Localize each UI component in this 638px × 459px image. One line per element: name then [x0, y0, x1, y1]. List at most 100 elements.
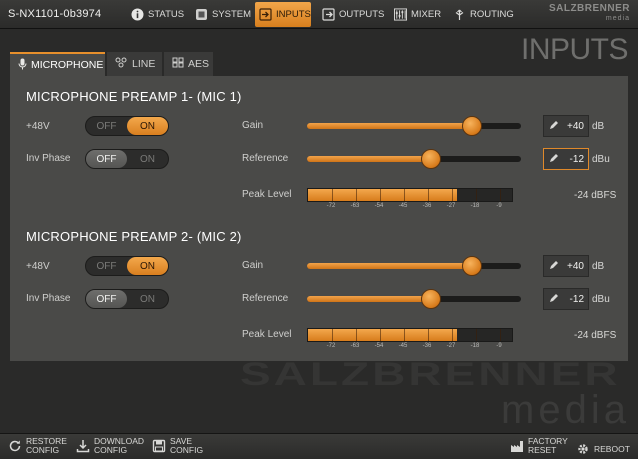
meter-tick-label: -9: [496, 343, 502, 349]
preamp-1-phantom-toggle[interactable]: OFF ON: [85, 116, 169, 136]
microphone-panel: MICROPHONE PREAMP 1- (MIC 1) +48V OFF ON…: [10, 76, 628, 361]
pencil-icon: [549, 293, 559, 306]
restore-config-button[interactable]: RESTORE CONFIG: [8, 437, 67, 455]
nav-tab-label: MIXER: [411, 9, 442, 20]
inv-phase-label: Inv Phase: [26, 153, 71, 164]
nav-tab-mixer[interactable]: MIXER: [390, 2, 445, 27]
pencil-icon: [549, 260, 559, 273]
meter-tick-label: -9: [496, 203, 502, 209]
line-icon: [115, 57, 128, 71]
meter-tick-label: -27: [446, 343, 456, 349]
download-icon: [76, 439, 90, 453]
toggle-on: ON: [127, 117, 168, 135]
meter-tick-label: -63: [350, 203, 360, 209]
preamp-1-gain-slider[interactable]: [307, 116, 521, 136]
toggle-on: ON: [140, 293, 155, 305]
meter-tick-label: -72: [326, 343, 336, 349]
nav-tab-inputs[interactable]: INPUTS: [255, 2, 311, 27]
reference-value-text: -12: [569, 153, 584, 165]
reference-value-text: -12: [569, 293, 584, 305]
peak-level-label: Peak Level: [242, 329, 292, 340]
preamp-2-peak-meter: -72 -63 -54 -45 -36 -27 -18 -9: [307, 328, 513, 352]
toggle-on: ON: [127, 257, 168, 275]
preamp-1-peak-meter: -72 -63 -54 -45 -36 -27 -18 -9: [307, 188, 513, 212]
preamp-2-reference-value[interactable]: -12: [543, 288, 589, 310]
phantom-label: +48V: [26, 121, 50, 132]
preamp-1-title: MICROPHONE PREAMP 1- (MIC 1): [26, 89, 242, 104]
meter-tick-label: -54: [374, 203, 384, 209]
preamp-1-reference-slider[interactable]: [307, 149, 521, 169]
download-config-button[interactable]: DOWNLOAD CONFIG: [76, 437, 144, 455]
mixer-icon: [394, 8, 407, 21]
preamp-2-reference-slider[interactable]: [307, 289, 521, 309]
preamp-1-gain-value[interactable]: +40: [543, 115, 589, 137]
meter-segment-divider: [476, 189, 477, 201]
preamp-2-gain-value[interactable]: +40: [543, 255, 589, 277]
subtab-line[interactable]: LINE: [107, 52, 162, 76]
meter-tick-label: -36: [422, 343, 432, 349]
toggle-off: OFF: [96, 260, 117, 272]
slider-knob[interactable]: [421, 289, 442, 309]
preamp-1-inv-phase-toggle[interactable]: OFF ON: [85, 149, 169, 169]
preamp-2-inv-phase-toggle[interactable]: OFF ON: [85, 289, 169, 309]
restore-icon: [8, 439, 22, 453]
routing-icon: [453, 8, 466, 21]
meter-segment-divider: [452, 329, 453, 341]
inputs-icon: [259, 8, 272, 21]
meter-tick-label: -45: [398, 343, 408, 349]
slider-fill: [307, 156, 432, 162]
reboot-button[interactable]: REBOOT: [576, 442, 630, 456]
info-icon: [131, 8, 144, 21]
subtab-label: LINE: [132, 58, 156, 70]
meter-tick-label: -36: [422, 203, 432, 209]
preamp-1-peak-value: -24 dBFS: [574, 190, 617, 201]
button-label-line2: CONFIG: [170, 445, 204, 455]
preamp-2-gain-slider[interactable]: [307, 256, 521, 276]
gain-value-text: +40: [567, 120, 584, 132]
nav-tab-system[interactable]: SYSTEM: [191, 2, 255, 27]
preamp-1-reference-value[interactable]: -12: [543, 148, 589, 170]
aes-icon: [172, 57, 184, 71]
toggle-off: OFF: [86, 150, 127, 168]
factory-reset-button[interactable]: FACTORY RESET: [510, 437, 568, 455]
top-navigation-bar: S-NX1101-0b3974 STATUS SYSTEM INPUTS OUT…: [0, 0, 638, 29]
microphone-icon: [18, 58, 27, 73]
slider-fill: [307, 296, 432, 302]
subtab-aes[interactable]: AES: [164, 52, 213, 76]
phantom-label: +48V: [26, 261, 50, 272]
nav-tab-status[interactable]: STATUS: [127, 2, 188, 27]
toggle-on: ON: [140, 153, 155, 165]
subtab-microphone[interactable]: MICROPHONE: [10, 52, 105, 76]
meter-segment-divider: [332, 189, 333, 201]
meter-segment-divider: [500, 189, 501, 201]
slider-knob[interactable]: [421, 149, 442, 169]
toggle-off: OFF: [86, 290, 127, 308]
preamp-2-phantom-toggle[interactable]: OFF ON: [85, 256, 169, 276]
meter-tick-label: -18: [470, 343, 480, 349]
meter-segment-divider: [500, 329, 501, 341]
nav-tab-outputs[interactable]: OUTPUTS: [318, 2, 388, 27]
meter-segment-divider: [404, 189, 405, 201]
gain-value-text: +40: [567, 260, 584, 272]
subtab-label: MICROPHONE: [31, 59, 104, 71]
meter-bar: [307, 328, 513, 342]
nav-tab-routing[interactable]: ROUTING: [449, 2, 518, 27]
meter-tick-label: -18: [470, 203, 480, 209]
subtab-label: AES: [188, 58, 210, 70]
pencil-icon: [549, 120, 559, 133]
toggle-off: OFF: [96, 120, 117, 132]
save-icon: [152, 439, 166, 453]
pencil-icon: [549, 153, 559, 166]
brand-name: SALZBRENNER: [548, 3, 630, 14]
gain-unit: dB: [592, 261, 605, 272]
meter-segment-divider: [428, 189, 429, 201]
peak-level-label: Peak Level: [242, 189, 292, 200]
slider-knob[interactable]: [461, 116, 482, 136]
meter-segment-divider: [476, 329, 477, 341]
reboot-label: REBOOT: [594, 443, 630, 454]
button-label-line2: RESET: [528, 445, 557, 455]
nav-tab-label: OUTPUTS: [339, 9, 385, 20]
save-config-button[interactable]: SAVE CONFIG: [152, 437, 203, 455]
slider-knob[interactable]: [461, 256, 482, 276]
watermark-media: media: [501, 388, 630, 432]
